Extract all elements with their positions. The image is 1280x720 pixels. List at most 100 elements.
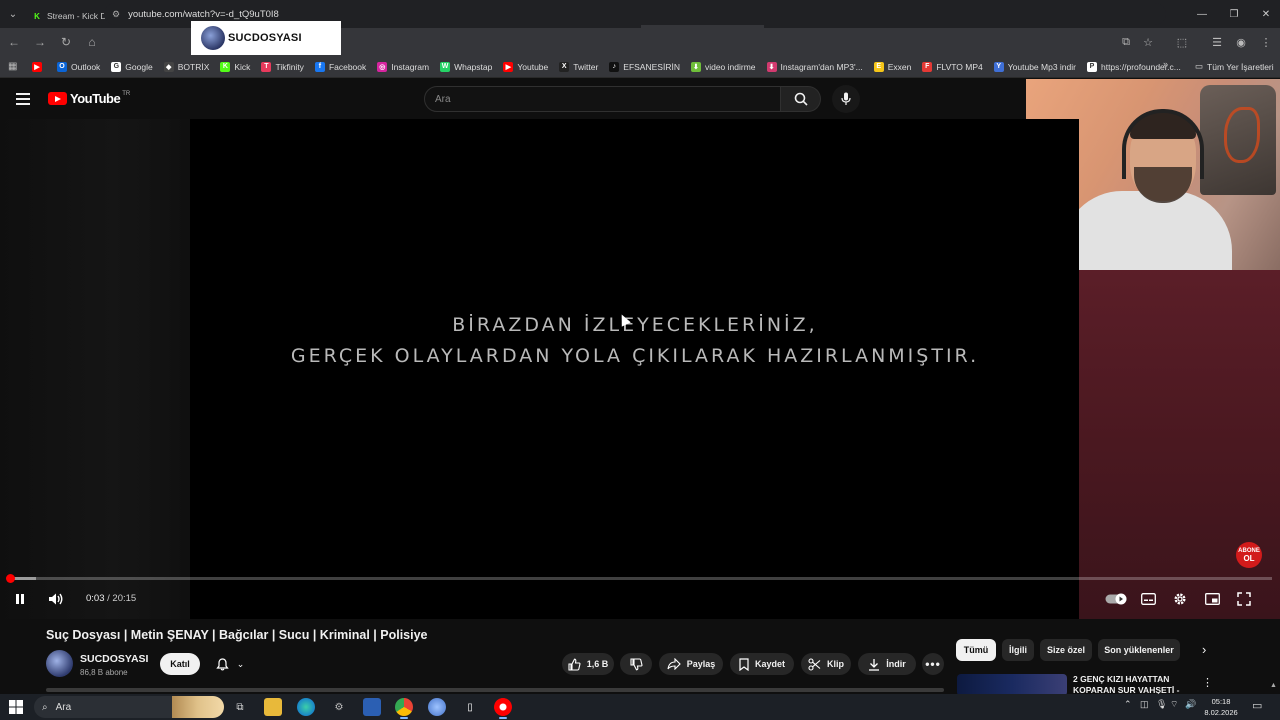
chrome-browser-icon[interactable]	[395, 698, 413, 719]
share-label: Paylaş	[686, 659, 716, 669]
recommendation-thumbnail[interactable]	[957, 674, 1067, 696]
more-bookmarks-icon[interactable]: »	[1163, 59, 1168, 69]
chips-next-arrow-icon[interactable]: ›	[1202, 642, 1206, 657]
pause-button[interactable]	[10, 590, 30, 608]
bookmark-item[interactable]: K Kick	[220, 61, 250, 72]
bookmark-favicon-icon: f	[314, 61, 325, 72]
profile-avatar-icon[interactable]: ◉	[1229, 28, 1253, 56]
join-button[interactable]: Katıl	[160, 653, 200, 675]
youtube-logo[interactable]: YouTube TR	[48, 91, 130, 106]
tray-overflow-icon[interactable]: ⌃	[1124, 699, 1132, 710]
all-bookmarks-folder[interactable]: ▭ Tüm Yer İşaretleri	[1195, 61, 1274, 72]
notifications-button[interactable]: ⌄	[206, 653, 254, 675]
dislike-button[interactable]	[620, 653, 652, 675]
like-button[interactable]: 1,6 B	[562, 653, 614, 675]
bookmark-item[interactable]: ▶ Youtube	[503, 61, 548, 72]
notification-center-icon[interactable]: ▭	[1252, 699, 1262, 712]
subtitles-button[interactable]	[1138, 590, 1158, 608]
guide-menu-icon[interactable]	[16, 93, 30, 108]
tray-volume-icon[interactable]: 🔊	[1185, 699, 1196, 710]
bookmark-item[interactable]: E Exxen	[873, 61, 911, 72]
bookmark-item[interactable]: F FLVTO MP4	[922, 61, 983, 72]
chip-for-you[interactable]: Size özel	[1040, 639, 1092, 661]
bookmark-label: Youtube Mp3 indir	[1007, 61, 1076, 72]
thumbs-down-icon	[629, 657, 643, 670]
video-player[interactable]	[0, 119, 1079, 619]
bookmark-item[interactable]: f Facebook	[314, 61, 366, 72]
taskbar-search[interactable]: ⌕ Ara	[34, 696, 224, 718]
miniplayer-button[interactable]	[1202, 590, 1222, 608]
bookmark-item[interactable]: ▶	[32, 61, 46, 72]
file-explorer-icon[interactable]	[264, 698, 282, 716]
reload-icon[interactable]: ↻	[54, 30, 78, 54]
scroll-up-arrow-icon[interactable]: ▲	[1270, 682, 1277, 689]
site-info-icon[interactable]: ⚙	[112, 9, 120, 20]
tray-network-icon[interactable]: ◫	[1140, 699, 1149, 710]
close-window-icon[interactable]: ✕	[1250, 0, 1280, 28]
progress-bar[interactable]	[8, 577, 1272, 580]
tray-wifi-icon[interactable]: ⌔	[1170, 699, 1178, 710]
bookmark-item[interactable]: ⬇ Instagram'dan MP3'...	[766, 61, 863, 72]
home-icon[interactable]: ⌂	[80, 30, 104, 54]
fullscreen-icon	[1237, 592, 1251, 606]
bookmark-item[interactable]: T Tikfinity	[261, 61, 304, 72]
volume-button[interactable]	[46, 590, 66, 608]
bookmark-label: FLVTO MP4	[936, 61, 983, 72]
bookmark-item[interactable]: ♪ EFSANESİRİN	[609, 61, 680, 72]
browser-menu-icon[interactable]: ⋮	[1254, 28, 1278, 56]
task-view-icon[interactable]: ⧉	[231, 698, 249, 716]
recommendation-title[interactable]: 2 GENÇ KIZI HAYATTAN KOPARAN SUR VAHŞETİ…	[1073, 674, 1193, 696]
tab-search-icon[interactable]: ⌄	[0, 0, 26, 28]
windows-start-icon[interactable]	[9, 700, 23, 714]
voice-search-button[interactable]	[832, 85, 860, 113]
back-icon[interactable]: ←	[2, 30, 26, 54]
tray-mic-icon[interactable]: 🎙	[1156, 699, 1167, 710]
fullscreen-button[interactable]	[1234, 590, 1254, 608]
install-app-icon[interactable]: ⧉	[1114, 28, 1138, 56]
monitor-app-icon[interactable]	[363, 698, 381, 716]
save-button[interactable]: Kaydet	[730, 653, 794, 675]
apps-grid-icon[interactable]: ▦	[8, 61, 20, 72]
channel-avatar[interactable]	[46, 650, 73, 677]
miniplayer-icon	[1204, 593, 1220, 605]
bookmark-item[interactable]: ◎ Instagram	[377, 61, 429, 72]
progress-scrubber[interactable]	[6, 574, 15, 583]
clip-button[interactable]: Klip	[801, 653, 851, 675]
tab-groups-icon[interactable]: ☰	[1205, 28, 1229, 56]
maximize-window-icon[interactable]: ❐	[1218, 0, 1250, 28]
more-actions-button[interactable]: •••	[922, 653, 944, 675]
recommendation-menu-icon[interactable]: ⋮	[1202, 676, 1213, 689]
edge-browser-icon[interactable]	[297, 698, 315, 716]
search-button[interactable]	[781, 86, 821, 112]
chip-recently-uploaded[interactable]: Son yüklenenler	[1098, 639, 1180, 661]
chip-all[interactable]: Tümü	[956, 639, 996, 661]
channel-name[interactable]: SUCDOSYASI	[80, 653, 148, 665]
minimize-window-icon[interactable]: —	[1186, 0, 1218, 28]
bookmark-star-icon[interactable]: ☆	[1136, 28, 1160, 56]
forward-icon[interactable]: →	[28, 30, 52, 54]
app-sphere-icon[interactable]	[428, 698, 446, 716]
autoplay-toggle[interactable]	[1104, 590, 1128, 608]
bookmark-item[interactable]: X Twitter	[559, 61, 598, 72]
obs-recording-icon[interactable]	[494, 698, 512, 719]
search-input[interactable]: Ara	[424, 86, 781, 112]
settings-button[interactable]	[1170, 590, 1190, 608]
horizontal-scrollbar[interactable]	[46, 688, 944, 692]
taskbar-clock[interactable]: 05:18 8.02.2026	[1199, 696, 1243, 718]
extensions-icon[interactable]: ⬚	[1170, 28, 1194, 56]
bookmark-label: Google	[125, 61, 153, 72]
subscribe-overlay-badge[interactable]: ABONE OL	[1236, 542, 1262, 568]
settings-app-icon[interactable]: ⚙	[330, 698, 348, 716]
chip-related[interactable]: İlgili	[1002, 639, 1034, 661]
url-text: youtube.com/watch?v=-d_tQ9uT0I8	[128, 8, 279, 20]
bookmark-item[interactable]: W Whapstap	[440, 61, 492, 72]
bookmark-favicon-icon: X	[559, 61, 570, 72]
bookmark-item[interactable]: ⬇ video indirme	[690, 61, 756, 72]
bookmark-item[interactable]: O Outlook	[57, 61, 100, 72]
bookmark-item[interactable]: Y Youtube Mp3 indir	[993, 61, 1076, 72]
bookmark-item[interactable]: G Google	[111, 61, 153, 72]
share-button[interactable]: Paylaş	[659, 653, 723, 675]
bookmark-item[interactable]: ◆ BOTRİX	[163, 61, 209, 72]
download-button[interactable]: İndir	[858, 653, 916, 675]
notepad-icon[interactable]: ▯	[461, 698, 479, 716]
